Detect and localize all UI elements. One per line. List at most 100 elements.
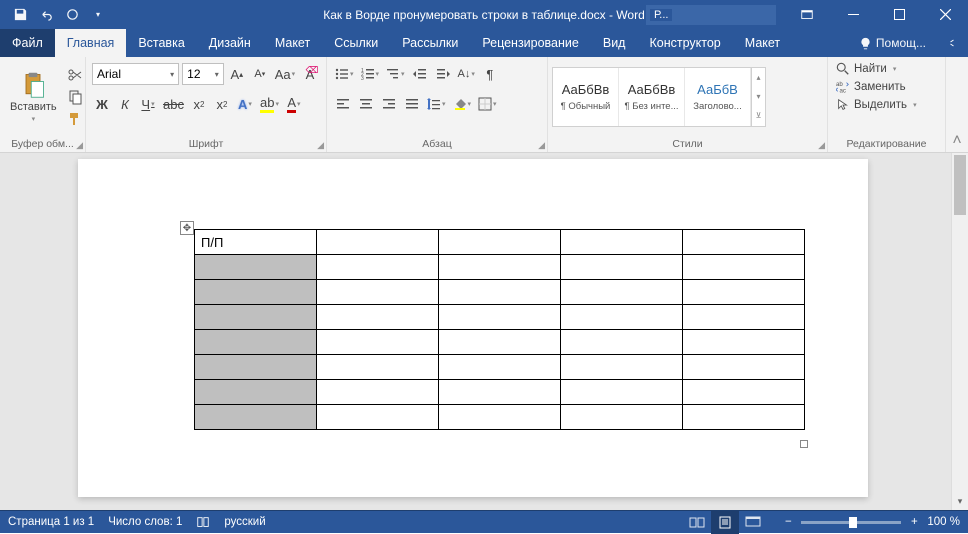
bullets-button[interactable] xyxy=(333,63,356,85)
table-cell[interactable] xyxy=(561,330,683,355)
paste-button[interactable]: Вставить ▾ xyxy=(6,69,61,125)
tab-layout[interactable]: Макет xyxy=(263,29,322,57)
tab-mailings[interactable]: Рассылки xyxy=(390,29,470,57)
maximize-button[interactable] xyxy=(876,0,922,29)
ribbon-options-button[interactable] xyxy=(784,0,830,29)
tab-references[interactable]: Ссылки xyxy=(322,29,390,57)
document-area[interactable]: ✥ П/П ▾ xyxy=(0,153,968,510)
gallery-more[interactable]: ⊻ xyxy=(752,106,765,125)
line-spacing-button[interactable] xyxy=(425,93,448,115)
style-normal[interactable]: АаБбВв ¶ Обычный xyxy=(553,68,619,126)
zoom-slider[interactable] xyxy=(801,521,901,524)
table-cell[interactable]: П/П xyxy=(195,230,317,255)
justify-button[interactable] xyxy=(402,93,422,115)
tab-file[interactable]: Файл xyxy=(0,29,55,57)
table-cell[interactable] xyxy=(317,380,439,405)
cut-button[interactable] xyxy=(65,65,85,85)
table-cell[interactable] xyxy=(561,255,683,280)
collapse-ribbon-button[interactable]: ˄ xyxy=(946,57,968,152)
table-cell[interactable] xyxy=(195,280,317,305)
table-cell[interactable] xyxy=(195,380,317,405)
table-resize-handle[interactable] xyxy=(800,440,808,448)
redo-button[interactable] xyxy=(60,3,84,27)
table-cell[interactable] xyxy=(683,255,805,280)
table-cell[interactable] xyxy=(561,230,683,255)
table-cell[interactable] xyxy=(683,330,805,355)
share-button[interactable] xyxy=(936,29,968,57)
tab-home[interactable]: Главная xyxy=(55,29,127,57)
table-cell[interactable] xyxy=(317,230,439,255)
font-color-button[interactable]: A xyxy=(284,93,304,115)
table-cell[interactable] xyxy=(561,305,683,330)
superscript-button[interactable]: x2 xyxy=(212,93,232,115)
multilevel-button[interactable] xyxy=(384,63,407,85)
table-cell[interactable] xyxy=(439,280,561,305)
tab-review[interactable]: Рецензирование xyxy=(470,29,591,57)
font-name-combo[interactable]: Arial▾ xyxy=(92,63,179,85)
zoom-value[interactable]: 100 % xyxy=(927,516,960,528)
table-cell[interactable] xyxy=(683,280,805,305)
table-cell[interactable] xyxy=(561,280,683,305)
style-no-spacing[interactable]: АаБбВв ¶ Без инте... xyxy=(619,68,685,126)
font-size-combo[interactable]: 12▾ xyxy=(182,63,224,85)
table-cell[interactable] xyxy=(439,330,561,355)
table-cell[interactable] xyxy=(561,380,683,405)
table-cell[interactable] xyxy=(195,355,317,380)
table-cell[interactable] xyxy=(317,405,439,430)
table-cell[interactable] xyxy=(439,355,561,380)
table-cell[interactable] xyxy=(195,255,317,280)
shrink-font-button[interactable]: A▾ xyxy=(250,63,270,85)
user-account[interactable]: Р... xyxy=(646,5,776,25)
status-words[interactable]: Число слов: 1 xyxy=(108,516,182,528)
table-cell[interactable] xyxy=(439,230,561,255)
copy-button[interactable] xyxy=(65,87,85,107)
style-heading1[interactable]: АаБбВ Заголово... xyxy=(685,68,751,126)
page[interactable]: ✥ П/П xyxy=(78,159,868,497)
tab-table-layout[interactable]: Макет xyxy=(733,29,792,57)
table-cell[interactable] xyxy=(195,405,317,430)
gallery-down[interactable]: ▾ xyxy=(752,87,765,106)
table-cell[interactable] xyxy=(683,230,805,255)
replace-button[interactable]: abac Заменить xyxy=(834,79,908,95)
align-center-button[interactable] xyxy=(356,93,376,115)
shading-button[interactable] xyxy=(451,93,474,115)
find-button[interactable]: Найти▾ xyxy=(834,61,898,77)
clear-format-button[interactable]: A⌫ xyxy=(300,63,320,85)
bold-button[interactable]: Ж xyxy=(92,93,112,115)
change-case-button[interactable]: Aa xyxy=(273,63,297,85)
table-cell[interactable] xyxy=(439,305,561,330)
grow-font-button[interactable]: A▴ xyxy=(227,63,247,85)
status-language[interactable]: русский xyxy=(224,516,265,528)
vertical-scrollbar[interactable]: ▾ xyxy=(951,153,968,510)
table-cell[interactable] xyxy=(317,305,439,330)
table-cell[interactable] xyxy=(195,330,317,355)
table-cell[interactable] xyxy=(439,405,561,430)
subscript-button[interactable]: x2 xyxy=(189,93,209,115)
tell-me-search[interactable]: Помощ... xyxy=(849,29,936,57)
table-cell[interactable] xyxy=(317,330,439,355)
table-cell[interactable] xyxy=(317,355,439,380)
indent-button[interactable] xyxy=(433,63,453,85)
view-print-button[interactable] xyxy=(711,511,739,534)
table-cell[interactable] xyxy=(561,405,683,430)
save-button[interactable] xyxy=(8,3,32,27)
tab-insert[interactable]: Вставка xyxy=(126,29,196,57)
table-cell[interactable] xyxy=(317,255,439,280)
sort-button[interactable]: A↓ xyxy=(456,63,477,85)
highlight-button[interactable]: ab xyxy=(258,93,281,115)
status-proofing[interactable] xyxy=(196,515,210,529)
table-move-handle[interactable]: ✥ xyxy=(180,221,194,235)
strike-button[interactable]: abc xyxy=(161,93,186,115)
clipboard-launcher[interactable]: ◢ xyxy=(76,140,83,151)
align-right-button[interactable] xyxy=(379,93,399,115)
zoom-out-button[interactable]: − xyxy=(781,515,795,529)
minimize-button[interactable] xyxy=(830,0,876,29)
qat-more-button[interactable]: ▾ xyxy=(86,3,110,27)
select-button[interactable]: Выделить▾ xyxy=(834,97,919,113)
scrollbar-thumb[interactable] xyxy=(954,155,966,215)
scroll-down-arrow[interactable]: ▾ xyxy=(952,493,968,510)
italic-button[interactable]: К xyxy=(115,93,135,115)
format-painter-button[interactable] xyxy=(65,109,85,129)
show-marks-button[interactable]: ¶ xyxy=(480,63,500,85)
table-cell[interactable] xyxy=(683,305,805,330)
